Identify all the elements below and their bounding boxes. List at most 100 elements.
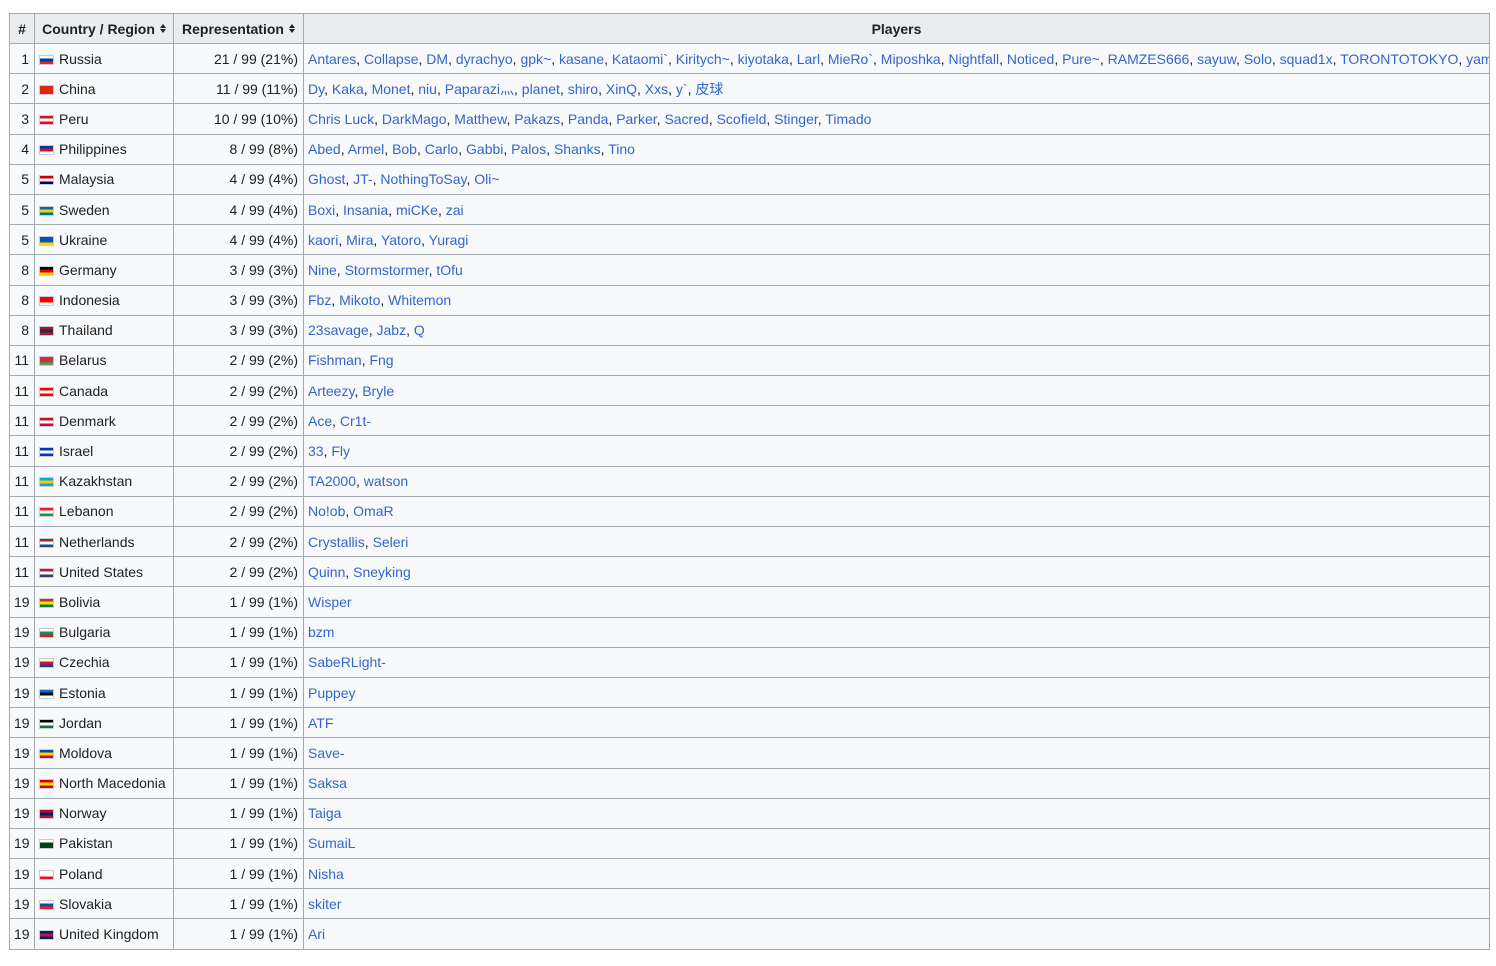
- player-link[interactable]: Pure~: [1062, 51, 1100, 67]
- player-link[interactable]: Insania: [343, 202, 388, 218]
- player-link[interactable]: Stinger: [774, 111, 818, 127]
- player-link[interactable]: Nine: [308, 262, 337, 278]
- player-link[interactable]: OmaR: [353, 503, 393, 519]
- player-link[interactable]: Chris Luck: [308, 111, 374, 127]
- player-link[interactable]: Boxi: [308, 202, 335, 218]
- player-link[interactable]: Nisha: [308, 866, 344, 882]
- player-link[interactable]: 皮球: [695, 81, 723, 97]
- player-link[interactable]: Kataomi`: [612, 51, 668, 67]
- player-link[interactable]: Crystallis: [308, 534, 365, 550]
- player-link[interactable]: Matthew: [454, 111, 506, 127]
- header-country-region[interactable]: Country / Region: [34, 13, 174, 44]
- player-link[interactable]: planet: [522, 81, 560, 97]
- player-link[interactable]: Collapse: [364, 51, 418, 67]
- player-link[interactable]: MieRo`: [828, 51, 873, 67]
- player-link[interactable]: Kaka: [332, 81, 364, 97]
- player-link[interactable]: TA2000: [308, 473, 356, 489]
- player-link[interactable]: Taiga: [308, 805, 341, 821]
- player-link[interactable]: Shanks: [554, 141, 601, 157]
- player-link[interactable]: Xxs: [645, 81, 668, 97]
- player-link[interactable]: Fishman: [308, 352, 362, 368]
- player-link[interactable]: ATF: [308, 715, 333, 731]
- player-link[interactable]: Fng: [369, 352, 393, 368]
- player-link[interactable]: Seleri: [373, 534, 409, 550]
- player-link[interactable]: TORONTOTOKYO: [1340, 51, 1458, 67]
- player-link[interactable]: kasane: [559, 51, 604, 67]
- player-link[interactable]: bzm: [308, 624, 334, 640]
- player-link[interactable]: 33: [308, 443, 324, 459]
- player-link[interactable]: sayuw: [1197, 51, 1236, 67]
- player-link[interactable]: Abed: [308, 141, 341, 157]
- player-link[interactable]: JT-: [353, 171, 372, 187]
- player-link[interactable]: Yatoro: [381, 232, 421, 248]
- player-link[interactable]: Ghost: [308, 171, 345, 187]
- player-link[interactable]: XinQ: [606, 81, 637, 97]
- player-link[interactable]: RAMZES666: [1108, 51, 1190, 67]
- player-link[interactable]: Save-: [308, 745, 345, 761]
- player-link[interactable]: Mira: [346, 232, 373, 248]
- sort-icon[interactable]: [288, 23, 295, 35]
- player-link[interactable]: Ari: [308, 926, 325, 942]
- player-link[interactable]: squad1x: [1280, 51, 1333, 67]
- player-link[interactable]: Armel: [348, 141, 385, 157]
- player-link[interactable]: Yuragi: [429, 232, 469, 248]
- player-link[interactable]: niu: [418, 81, 437, 97]
- player-link[interactable]: zai: [446, 202, 464, 218]
- player-link[interactable]: Gabbi: [466, 141, 503, 157]
- player-link[interactable]: Sacred: [664, 111, 708, 127]
- player-link[interactable]: Miposhka: [881, 51, 941, 67]
- player-link[interactable]: NothingToSay: [380, 171, 466, 187]
- player-link[interactable]: miCKe: [396, 202, 438, 218]
- player-link[interactable]: Nightfall: [948, 51, 999, 67]
- player-link[interactable]: Arteezy: [308, 383, 354, 399]
- player-link[interactable]: dyrachyo: [456, 51, 513, 67]
- player-link[interactable]: Carlo: [425, 141, 458, 157]
- player-link[interactable]: Fly: [331, 443, 350, 459]
- player-link[interactable]: Bryle: [362, 383, 394, 399]
- player-link[interactable]: Panda: [568, 111, 608, 127]
- player-link[interactable]: No!ob: [308, 503, 345, 519]
- player-link[interactable]: Parker: [616, 111, 656, 127]
- player-link[interactable]: Pakazs: [514, 111, 560, 127]
- player-link[interactable]: kaori: [308, 232, 338, 248]
- player-link[interactable]: Tino: [608, 141, 635, 157]
- player-link[interactable]: Cr1t-: [340, 413, 371, 429]
- player-link[interactable]: Bob: [392, 141, 417, 157]
- player-link[interactable]: skiter: [308, 896, 341, 912]
- sort-icon[interactable]: [159, 23, 166, 35]
- player-link[interactable]: Larl: [797, 51, 820, 67]
- player-link[interactable]: shiro: [568, 81, 598, 97]
- player-link[interactable]: Ace: [308, 413, 332, 429]
- player-link[interactable]: 23savage: [308, 322, 369, 338]
- player-link[interactable]: Scofield: [717, 111, 767, 127]
- player-link[interactable]: Oli~: [474, 171, 499, 187]
- player-link[interactable]: Solo: [1244, 51, 1272, 67]
- player-link[interactable]: gpk~: [520, 51, 551, 67]
- player-link[interactable]: SabeRLight-: [308, 654, 386, 670]
- player-link[interactable]: Wisper: [308, 594, 352, 610]
- player-link[interactable]: Saksa: [308, 775, 347, 791]
- player-link[interactable]: Kiritych~: [676, 51, 730, 67]
- player-link[interactable]: Palos: [511, 141, 546, 157]
- player-link[interactable]: SumaiL: [308, 835, 355, 851]
- player-link[interactable]: Fbz: [308, 292, 331, 308]
- header-representation[interactable]: Representation: [173, 13, 304, 44]
- player-link[interactable]: DarkMago: [382, 111, 447, 127]
- player-link[interactable]: Jabz: [377, 322, 407, 338]
- player-link[interactable]: Q: [414, 322, 425, 338]
- player-link[interactable]: watson: [364, 473, 408, 489]
- player-link[interactable]: y`: [676, 81, 688, 97]
- player-link[interactable]: Paparazi灬: [445, 81, 514, 97]
- player-link[interactable]: Antares: [308, 51, 356, 67]
- player-link[interactable]: Mikoto: [339, 292, 380, 308]
- player-link[interactable]: Dy: [308, 81, 324, 97]
- player-link[interactable]: Timado: [825, 111, 871, 127]
- player-link[interactable]: yamich: [1466, 51, 1488, 67]
- player-link[interactable]: DM: [426, 51, 448, 67]
- player-link[interactable]: kiyotaka: [738, 51, 789, 67]
- player-link[interactable]: Stormstormer: [345, 262, 429, 278]
- player-link[interactable]: Whitemon: [388, 292, 451, 308]
- player-link[interactable]: Noticed: [1007, 51, 1054, 67]
- player-link[interactable]: Monet: [372, 81, 411, 97]
- player-link[interactable]: Sneyking: [353, 564, 411, 580]
